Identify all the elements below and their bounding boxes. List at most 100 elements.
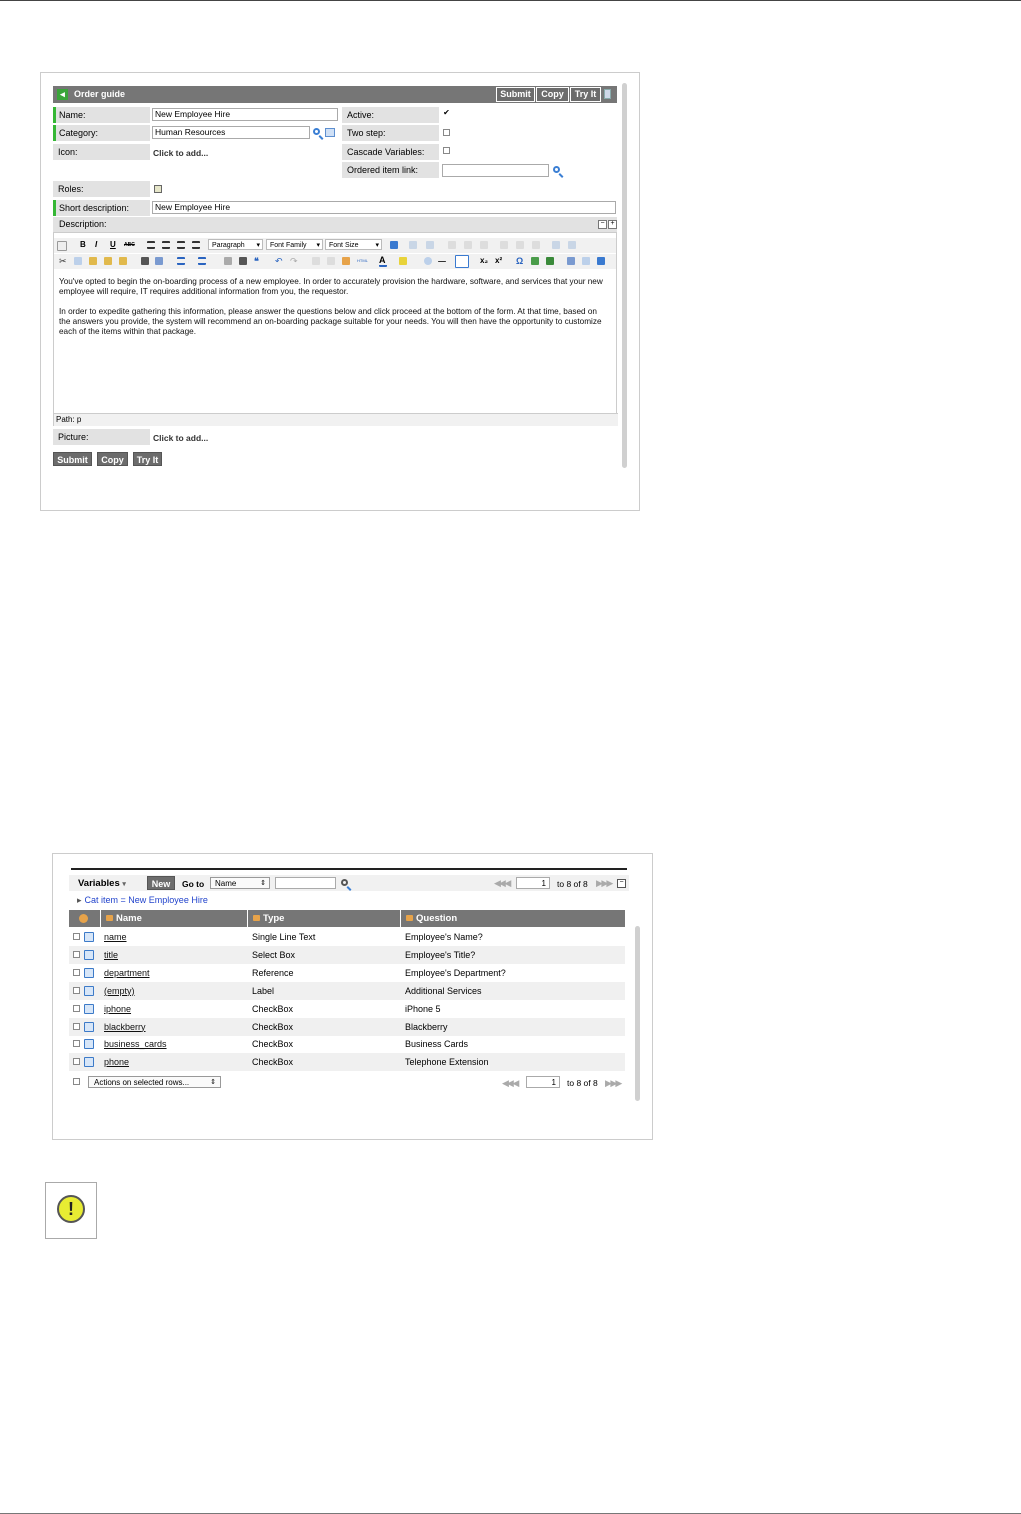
gear-icon[interactable] (79, 914, 88, 923)
blockquote-icon[interactable]: ❝ (254, 257, 262, 266)
font-family-select[interactable]: Font Family (266, 239, 323, 251)
row-checkbox[interactable] (73, 1004, 80, 1012)
table-row[interactable]: blackberry CheckBox Blackberry (69, 1017, 625, 1036)
row-checkbox[interactable] (73, 1022, 80, 1030)
replace-icon[interactable] (155, 257, 163, 265)
table-row[interactable]: iphone CheckBox iPhone 5 (69, 1000, 625, 1018)
col-after-icon[interactable] (516, 241, 524, 249)
row-preview-icon[interactable] (84, 967, 94, 978)
cleanup-icon[interactable] (342, 257, 350, 265)
cascade-variables-checkbox[interactable] (443, 147, 450, 154)
footer-page-first-prev-icon[interactable]: ◀◀ ◀ (502, 1078, 519, 1089)
table-row[interactable]: title Select Box Employee's Title? (69, 945, 625, 964)
variables-menu-chevron-icon[interactable]: ▾ (122, 881, 126, 888)
find-icon[interactable] (141, 257, 149, 265)
row-preview-icon[interactable] (84, 1057, 94, 1068)
collapse-list-icon[interactable]: − (617, 879, 626, 888)
back-arrow-icon[interactable]: ◂ (57, 89, 68, 100)
list-scrollbar[interactable] (635, 926, 640, 1101)
name-input[interactable]: New Employee Hire (152, 108, 338, 121)
eraser-icon[interactable] (424, 257, 432, 265)
goto-field-select[interactable]: Name (210, 877, 270, 889)
variable-name-link[interactable]: blackberry (104, 1018, 146, 1036)
footer-page-number-input[interactable]: 1 (526, 1076, 560, 1088)
description-text[interactable]: You've opted to begin the on-boarding pr… (59, 277, 609, 347)
page-next-last-icon[interactable]: ▶ ▶▶ (596, 878, 613, 889)
italic-icon[interactable]: I (95, 241, 103, 249)
align-left-icon[interactable] (147, 241, 155, 249)
column-header-name[interactable]: Name (100, 910, 247, 927)
variable-name-link[interactable]: iphone (104, 1000, 131, 1018)
new-document-icon[interactable] (57, 241, 67, 251)
html-icon[interactable]: HTML (357, 257, 368, 265)
bold-icon[interactable]: B (80, 241, 88, 249)
col-before-icon[interactable] (500, 241, 508, 249)
variable-name-link[interactable]: phone (104, 1053, 129, 1071)
table-row[interactable]: (empty) Label Additional Services (69, 981, 625, 1000)
footer-try-it-button[interactable]: Try It (133, 452, 162, 466)
edit-html-icon[interactable] (390, 241, 398, 249)
actions-select[interactable]: Actions on selected rows... (88, 1076, 221, 1088)
split-cells-icon[interactable] (552, 241, 560, 249)
table-row[interactable]: phone CheckBox Telephone Extension (69, 1053, 625, 1072)
page-first-prev-icon[interactable]: ◀◀ ◀ (494, 878, 511, 889)
ordered-item-link-input[interactable] (442, 164, 549, 177)
variable-name-link[interactable]: business_cards (104, 1035, 167, 1053)
align-justify-icon[interactable] (192, 241, 200, 249)
merge-cells-icon[interactable] (568, 241, 576, 249)
filter-breadcrumb[interactable]: Cat item = New Employee Hire (77, 895, 208, 906)
link-icon[interactable] (312, 257, 320, 265)
outdent-icon[interactable] (224, 257, 232, 265)
paragraph-select[interactable]: Paragraph (208, 239, 263, 251)
highlight-color-icon[interactable] (399, 257, 407, 265)
expand-icon[interactable]: + (608, 220, 617, 229)
two-step-checkbox[interactable] (443, 129, 450, 136)
delete-row-icon[interactable] (480, 241, 488, 249)
search-replace-icon[interactable] (582, 257, 590, 265)
picture-click-to-add[interactable]: Click to add... (153, 433, 208, 443)
unlink-icon[interactable] (327, 257, 335, 265)
align-right-icon[interactable] (177, 241, 185, 249)
text-color-icon[interactable]: A (379, 256, 387, 267)
indent-icon[interactable] (239, 257, 247, 265)
media-icon[interactable] (546, 257, 554, 265)
row-preview-icon[interactable] (84, 1003, 94, 1014)
delete-col-icon[interactable] (532, 241, 540, 249)
column-header-type[interactable]: Type (247, 910, 400, 927)
row-checkbox[interactable] (73, 1040, 80, 1048)
table-icon[interactable] (409, 241, 417, 249)
font-size-select[interactable]: Font Size (325, 239, 382, 251)
select-all-checkbox[interactable] (73, 1078, 80, 1085)
category-lookup-search-icon[interactable] (313, 128, 320, 135)
variable-name-link[interactable]: name (104, 928, 127, 946)
subscript-icon[interactable]: x₂ (480, 257, 488, 265)
underline-icon[interactable]: U (110, 241, 118, 249)
row-checkbox[interactable] (73, 968, 80, 976)
table-row[interactable]: business_cards CheckBox Business Cards (69, 1035, 625, 1053)
header-try-it-button[interactable]: Try It (570, 87, 601, 102)
new-variable-button[interactable]: New (147, 876, 175, 890)
description-editor[interactable]: B I U ABC Paragraph Font Family Font Siz… (53, 232, 618, 426)
ordered-item-search-icon[interactable] (553, 166, 560, 173)
numbered-list-icon[interactable] (198, 257, 206, 265)
row-after-icon[interactable] (464, 241, 472, 249)
image-icon[interactable] (531, 257, 539, 265)
row-checkbox[interactable] (73, 1058, 80, 1066)
row-checkbox[interactable] (73, 986, 80, 994)
variable-name-link[interactable]: department (104, 964, 150, 982)
fullscreen-icon[interactable] (597, 257, 605, 265)
strikethrough-icon[interactable]: ABC (124, 241, 135, 249)
redo-icon[interactable]: ↷ (290, 257, 298, 266)
row-preview-icon[interactable] (84, 932, 94, 942)
footer-page-next-last-icon[interactable]: ▶ ▶▶ (605, 1078, 622, 1089)
variable-name-link[interactable]: (empty) (104, 982, 135, 1000)
paste-word-icon[interactable] (119, 257, 127, 265)
category-input[interactable]: Human Resources (152, 126, 310, 139)
undo-icon[interactable]: ↶ (275, 257, 283, 266)
attachment-icon[interactable] (604, 89, 611, 99)
column-header-question[interactable]: Question (400, 910, 625, 927)
variables-title[interactable]: Variables ▾ (78, 878, 126, 889)
footer-submit-button[interactable]: Submit (53, 452, 92, 466)
category-reference-icon[interactable] (325, 128, 335, 137)
bullet-list-icon[interactable] (177, 257, 185, 265)
